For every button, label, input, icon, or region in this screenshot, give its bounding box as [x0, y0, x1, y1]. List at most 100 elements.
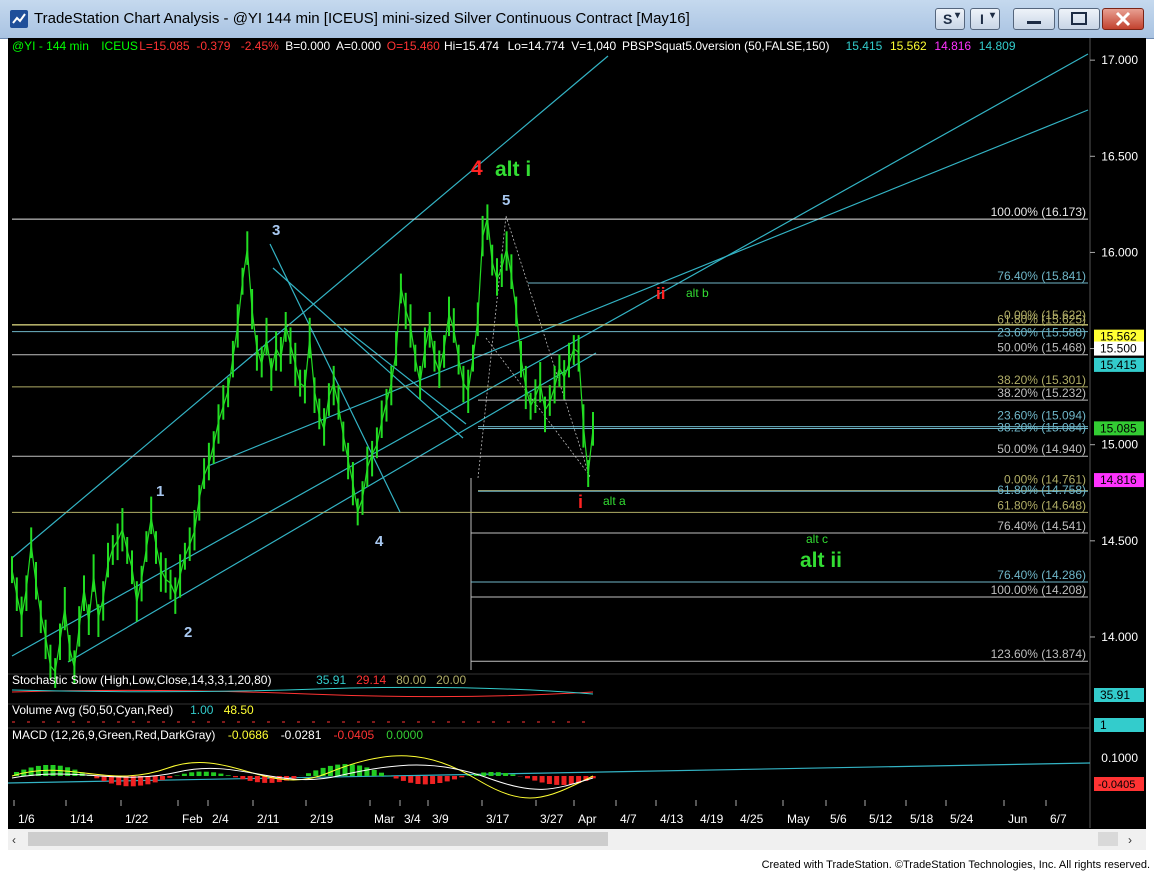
wave-label-11: alt c — [806, 532, 828, 546]
x-tick-label-20: 5/18 — [910, 812, 934, 826]
y-tick-label-0: 17.000 — [1101, 53, 1138, 67]
x-tick-label-15: 4/19 — [700, 812, 724, 826]
macd-axis-label-1: -0.0405 — [1098, 779, 1135, 791]
macd-histogram-bar — [254, 776, 260, 783]
maximize-icon — [1071, 12, 1087, 25]
header-field-5: B=0.000 — [285, 39, 330, 53]
macd-value-3: 0.0000 — [386, 728, 423, 742]
x-tick-label-16: 4/25 — [740, 812, 764, 826]
macd-histogram-bar — [495, 772, 501, 776]
macd-histogram-bar — [160, 776, 165, 781]
macd-histogram-bar — [181, 773, 187, 776]
price-marker-label-2: 15.415 — [1100, 358, 1137, 372]
scroll-right-arrow-icon: › — [1128, 833, 1132, 847]
macd-value-1: -0.0281 — [281, 728, 322, 742]
wave-label-4: 5 — [502, 192, 510, 209]
header-field-10: V=1,040 — [571, 39, 616, 53]
wave-label-1: 2 — [184, 624, 192, 641]
macd-histogram-bar — [546, 776, 552, 784]
volume-value-0: 1.00 — [190, 703, 214, 717]
i-button-label: I — [980, 11, 984, 27]
price-marker-label-4: 14.816 — [1100, 473, 1137, 487]
tradestation-window: TradeStation Chart Analysis - @YI 144 mi… — [0, 0, 1154, 874]
horizontal-scrollbar[interactable]: ‹ › — [8, 829, 1146, 850]
header-field-3: -0.379 — [196, 39, 230, 53]
wave-label-3: 4 — [375, 533, 384, 550]
x-tick-label-13: 4/7 — [620, 812, 637, 826]
macd-histogram-bar — [349, 764, 355, 776]
wave-label-7: ii — [656, 284, 665, 303]
header-field-12: 15.415 — [846, 39, 883, 53]
macd-histogram-bar — [568, 776, 574, 785]
wave-label-10: alt a — [603, 494, 626, 508]
header-field-15: 14.809 — [979, 39, 1016, 53]
s-dropdown-icon: ▾ — [955, 10, 961, 21]
window-title: TradeStation Chart Analysis - @YI 144 mi… — [34, 10, 690, 27]
maximize-button[interactable] — [1058, 8, 1100, 30]
macd-histogram-bar — [371, 769, 377, 776]
y-tick-label-5: 14.500 — [1101, 534, 1138, 548]
x-tick-label-8: 3/4 — [404, 812, 421, 826]
macd-histogram-bar — [94, 776, 100, 779]
stochastic-value-3: 20.00 — [436, 673, 466, 687]
macd-histogram-bar — [364, 767, 370, 776]
i-menu-button[interactable]: I ▾ — [970, 8, 1000, 30]
wave-label-2: 3 — [272, 222, 280, 239]
x-tick-label-1: 1/14 — [70, 812, 94, 826]
minimize-icon — [1027, 21, 1041, 24]
macd-histogram-bar — [488, 772, 494, 776]
macd-histogram-bar — [525, 776, 530, 779]
macd-axis-label-0: 0.1000 — [1101, 751, 1138, 765]
wave-label-8: alt b — [686, 286, 709, 300]
macd-histogram-bar — [539, 776, 545, 783]
header-field-8: Hi=15.474 — [444, 39, 499, 53]
fib-level-label-3: 0.00% (15.622) — [1004, 308, 1086, 322]
macd-label: MACD (12,26,9,Green,Red,DarkGray) — [12, 728, 215, 742]
macd-histogram-bar — [400, 776, 406, 781]
minimize-button[interactable] — [1013, 8, 1055, 30]
macd-histogram-bar — [291, 776, 297, 779]
close-button[interactable] — [1102, 8, 1144, 30]
fib-level-label-1: 76.40% (15.841) — [997, 269, 1086, 283]
x-tick-label-22: Jun — [1008, 812, 1027, 826]
scroll-left-arrow-icon: ‹ — [12, 833, 16, 847]
x-tick-label-18: 5/6 — [830, 812, 847, 826]
price-marker-label-3: 15.085 — [1100, 421, 1137, 435]
header-field-11: PBSPSquat5.0version (50,FALSE,150) — [622, 39, 829, 53]
title-bar[interactable]: TradeStation Chart Analysis - @YI 144 mi… — [0, 0, 1154, 39]
macd-histogram-bar — [306, 773, 311, 776]
macd-histogram-bar — [437, 776, 443, 783]
stochastic-value-1: 29.14 — [356, 673, 386, 687]
macd-histogram-bar — [72, 769, 78, 776]
chart-area[interactable]: 100.00% (16.173) 76.40% (15.841) 61.80% (1… — [8, 38, 1146, 850]
fib-level-label-7: 38.20% (15.232) — [997, 386, 1086, 400]
macd-histogram-bar — [262, 776, 268, 783]
scrollbar-thumb — [28, 832, 608, 846]
fib-level-label-14: 76.40% (14.541) — [997, 519, 1086, 533]
fib-level-label-0: 100.00% (16.173) — [991, 205, 1086, 219]
stochastic-label: Stochastic Slow (High,Low,Close,14,3,3,1… — [12, 673, 271, 687]
s-menu-button[interactable]: S ▾ — [935, 8, 965, 30]
stochastic-axis-label: 35.91 — [1100, 688, 1130, 702]
wave-label-5: 4 — [471, 157, 483, 180]
header-field-0: @YI - 144 min — [12, 39, 89, 53]
volume-label: Volume Avg (50,50,Cyan,Red) — [12, 703, 173, 717]
y-tick-label-2: 16.000 — [1101, 245, 1138, 259]
scrollbar-page-box — [1098, 832, 1118, 846]
x-tick-label-7: Mar — [374, 812, 395, 826]
macd-histogram-bar — [167, 776, 173, 778]
macd-histogram-bar — [233, 776, 238, 778]
fib-level-label-6: 38.20% (15.301) — [997, 373, 1086, 387]
header-field-9: Lo=14.774 — [508, 39, 565, 53]
x-tick-label-14: 4/13 — [660, 812, 684, 826]
fib-level-label-4: 23.60% (15.588) — [997, 326, 1086, 340]
x-tick-label-11: 3/27 — [540, 812, 564, 826]
header-field-13: 15.562 — [890, 39, 927, 53]
x-tick-label-23: 6/7 — [1050, 812, 1067, 826]
y-tick-label-1: 16.500 — [1101, 149, 1138, 163]
wave-label-0: 1 — [156, 483, 164, 500]
macd-histogram-bar — [422, 776, 428, 785]
macd-histogram-bar — [145, 776, 151, 785]
fib-level-label-5: 50.00% (15.468) — [997, 341, 1086, 355]
header-field-14: 14.816 — [934, 39, 971, 53]
